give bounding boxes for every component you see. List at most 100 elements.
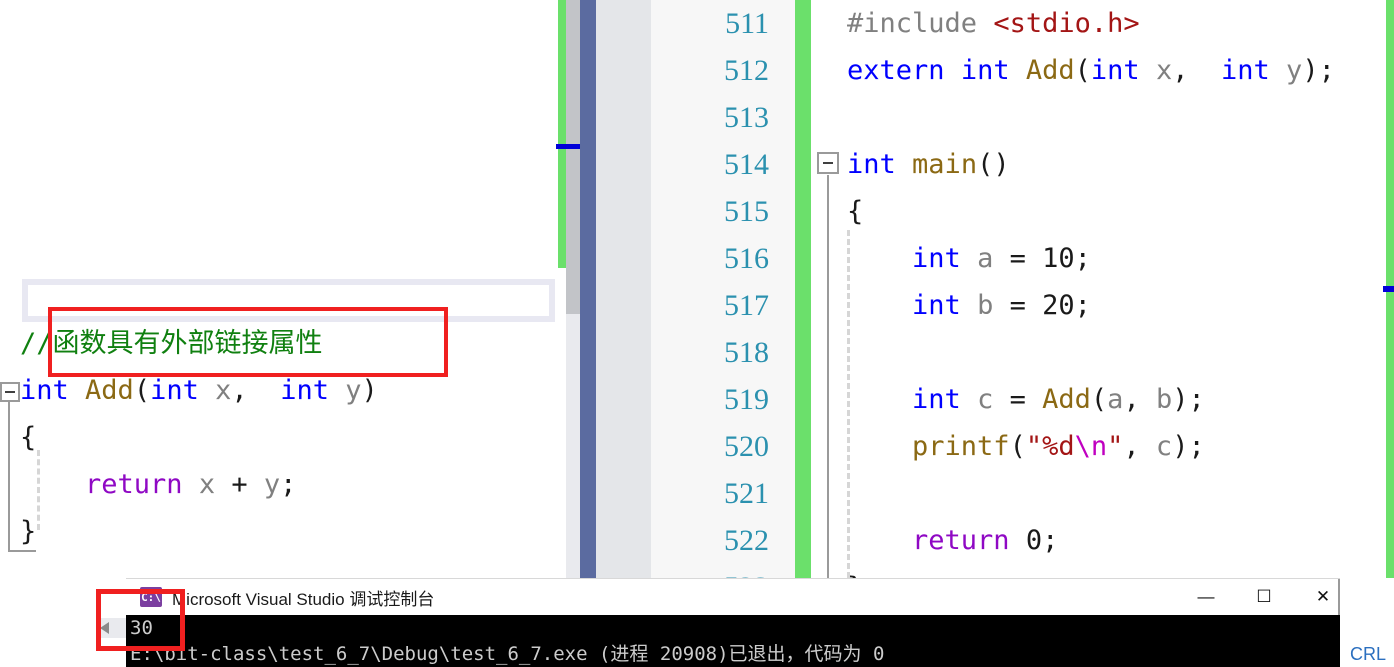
line-number: 522 [724,524,769,557]
right-code-lines[interactable]: #include <stdio.h> extern int Add(int x, … [811,0,1394,578]
vertical-scrollbar-thumb-left[interactable] [566,0,580,314]
collapse-region-toggle-right[interactable] [817,152,839,174]
code-line[interactable]: { [811,188,1394,235]
code-token: 10 [1042,243,1075,274]
console-app-icon: C:\ [140,587,162,607]
code-token: y [263,469,281,500]
code-token: x [215,375,232,406]
code-token: c [1155,431,1173,462]
code-token: ); [1172,431,1205,462]
code-token: ( [133,375,151,406]
code-token: c [977,384,994,415]
scroll-left-arrow-icon[interactable] [100,622,109,634]
code-line[interactable]: int b = 20; [811,282,1394,329]
code-line[interactable]: { [0,414,558,461]
code-line[interactable]: return x + y; [0,461,558,508]
code-token: int [20,375,69,406]
debug-console-window[interactable]: C:\ Microsoft Visual Studio 调试控制台 — ☐ ✕ … [126,578,1394,667]
maximize-button[interactable]: ☐ [1241,579,1287,615]
code-line-text: #include <stdio.h> [847,0,1140,47]
code-token: a [1107,384,1124,415]
code-token: return [912,525,1010,556]
visual-studio-editor-screen: //函数具有外部链接属性 int Add(int x, int y){ retur… [0,0,1394,667]
line-number: 511 [725,7,769,40]
code-token: \n [1074,431,1108,462]
line-number: 517 [724,289,769,322]
code-token: #include [847,8,978,39]
line-number: 523 [724,564,769,578]
code-token: extern [847,55,945,86]
line-number: 519 [724,383,769,416]
code-line[interactable]: int Add(int x, int y) [0,367,558,414]
code-line-text: //函数具有外部链接属性 [20,320,323,367]
status-indicator-crl: CRL [1349,644,1386,664]
code-token: = [993,243,1043,274]
indent-guide-right [847,230,850,578]
code-token: y [345,375,362,406]
code-token: ( [1074,55,1091,86]
code-line[interactable]: //函数具有外部链接属性 [0,320,558,367]
code-token: = [993,384,1043,415]
code-token: int [1090,55,1140,86]
code-token: { [20,422,37,453]
code-token: " [1107,431,1124,462]
code-token: , [231,375,281,406]
code-line[interactable]: return 0; [811,517,1394,564]
minimize-button[interactable]: — [1183,579,1229,615]
code-token: <stdio.h> [993,8,1140,39]
code-token: Add [85,375,134,406]
code-line-text: { [847,188,863,235]
code-token: printf [912,431,1010,462]
code-line[interactable]: int main() [811,141,1394,188]
code-token: } [20,516,37,547]
code-token: , [1172,55,1221,86]
code-token: ); [1172,384,1205,415]
collapse-region-toggle-left[interactable] [0,382,20,402]
code-line[interactable]: int c = Add(a, b); [811,376,1394,423]
change-indicator-bar-right [795,0,811,578]
code-line-text: } [20,508,36,555]
line-number: 514 [724,148,769,181]
code-token: { [847,196,864,227]
code-line[interactable] [811,470,1394,517]
code-line[interactable] [811,94,1394,141]
left-code-lines[interactable]: //函数具有外部链接属性 int Add(int x, int y){ retur… [0,320,558,555]
code-line[interactable]: #include <stdio.h> [811,0,1394,47]
change-indicator-bar-left [558,0,566,268]
code-token: , [1123,384,1156,415]
code-token: 函数具有外部链接属性 [52,328,323,359]
code-token: main [912,149,978,180]
code-token: y [1286,55,1303,86]
source-file-pane-right[interactable]: 511512513514515516517518519520521522523 … [651,0,1394,578]
line-number: 513 [724,101,769,134]
pane-splitter[interactable] [580,0,596,578]
pane-gap-filler [596,0,651,578]
source-file-pane-left[interactable]: //函数具有外部链接属性 int Add(int x, int y){ retur… [0,0,558,578]
console-title-bar[interactable]: C:\ Microsoft Visual Studio 调试控制台 — ☐ ✕ [126,579,1394,615]
code-token: ; [1074,243,1091,274]
code-line[interactable]: printf("%d\n", c); [811,423,1394,470]
code-line[interactable]: int a = 10; [811,235,1394,282]
line-number: 521 [724,477,769,510]
line-number: 516 [724,242,769,275]
code-token: = [993,290,1043,321]
code-line[interactable]: extern int Add(int x, int y); [811,47,1394,94]
code-line-text: { [20,414,36,461]
code-token: int [912,243,961,274]
code-token: 0 [1025,525,1043,556]
code-token: ; [1042,525,1059,556]
code-line[interactable]: } [811,564,1394,578]
code-line[interactable] [811,329,1394,376]
code-line[interactable]: } [0,508,558,555]
